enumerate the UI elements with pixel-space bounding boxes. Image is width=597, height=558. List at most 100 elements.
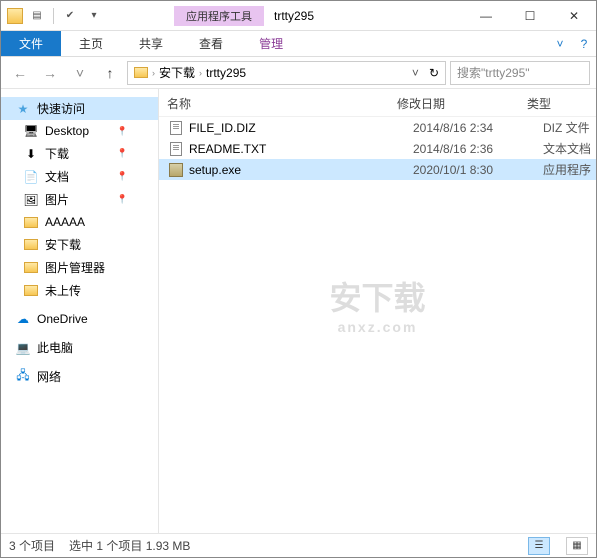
column-type[interactable]: 类型	[527, 95, 596, 112]
tab-file[interactable]: 文件	[1, 31, 61, 56]
up-button[interactable]: ↑	[97, 60, 123, 86]
file-date: 2014/8/16 2:36	[413, 142, 543, 156]
file-date: 2014/8/16 2:34	[413, 121, 543, 135]
file-list-pane: 名称 修改日期 类型 FILE_ID.DIZ 2014/8/16 2:34 DI…	[159, 89, 596, 533]
watermark: 安下载 anxz.com	[329, 273, 425, 335]
pin-icon: 📍	[117, 194, 128, 205]
close-button[interactable]: ✕	[552, 2, 596, 30]
nav-label: 此电脑	[37, 339, 73, 356]
breadcrumb-root[interactable]	[130, 67, 152, 78]
address-bar: ← → ˅ ↑ › 安下载 › trtty295 ˅ ↻ 搜索"trtty295…	[1, 57, 596, 89]
nav-item-downloads[interactable]: ⬇ 下载 📍	[1, 142, 158, 165]
nav-onedrive[interactable]: ☁ OneDrive	[1, 308, 158, 330]
nav-network[interactable]: 🖧 网络	[1, 365, 158, 388]
network-icon: 🖧	[15, 369, 31, 385]
minimize-button[interactable]: —	[464, 2, 508, 30]
tab-share[interactable]: 共享	[121, 31, 181, 56]
breadcrumb[interactable]: › 安下载 › trtty295 ˅ ↻	[127, 61, 446, 85]
nav-item-folder[interactable]: 图片管理器	[1, 256, 158, 279]
installer-icon	[167, 162, 185, 178]
breadcrumb-seg-2[interactable]: trtty295	[202, 66, 250, 80]
window-controls: — ☐ ✕	[464, 2, 596, 30]
quick-access-toolbar: ▤ ✔ ▾	[1, 6, 104, 26]
nav-label: 快速访问	[37, 100, 85, 117]
file-icon	[167, 141, 185, 157]
nav-label: 未上传	[45, 282, 81, 299]
nav-label: 安下载	[45, 236, 81, 253]
tab-manage[interactable]: 管理	[241, 31, 301, 56]
file-type: 文本文档	[543, 140, 591, 157]
window-title: trtty295	[274, 9, 464, 23]
column-headers: 名称 修改日期 类型	[159, 89, 596, 117]
nav-this-pc[interactable]: 💻此电脑	[1, 336, 158, 359]
maximize-button[interactable]: ☐	[508, 2, 552, 30]
tab-home[interactable]: 主页	[61, 31, 121, 56]
nav-item-documents[interactable]: 📄文档📍	[1, 165, 158, 188]
content-area: ★ 快速访问 🖥Desktop📍 ⬇下载📍 📄文档📍 🖼图片📍 AAAAA 安下…	[1, 89, 596, 533]
nav-item-desktop[interactable]: 🖥 Desktop 📍	[1, 120, 158, 142]
nav-label: 下载	[45, 145, 69, 162]
recent-dropdown[interactable]: ˅	[67, 60, 93, 86]
folder-icon	[23, 214, 39, 230]
qat-dropdown-icon[interactable]: ▾	[84, 6, 104, 26]
pin-icon: 📍	[117, 148, 128, 159]
help-icon[interactable]: ?	[572, 31, 596, 56]
desktop-icon: 🖥	[23, 123, 39, 139]
nav-quick-access[interactable]: ★ 快速访问	[1, 97, 158, 120]
watermark-main: 安下载	[329, 280, 425, 316]
breadcrumb-dropdown[interactable]: ˅	[406, 66, 425, 80]
back-button[interactable]: ←	[7, 60, 33, 86]
file-name: FILE_ID.DIZ	[189, 121, 413, 135]
nav-label: 图片	[45, 191, 69, 208]
file-type: DIZ 文件	[543, 119, 590, 136]
file-type: 应用程序	[543, 161, 591, 178]
qat-check-icon[interactable]: ✔	[60, 6, 80, 26]
breadcrumb-seg-1[interactable]: 安下载	[155, 64, 199, 81]
file-row[interactable]: README.TXT 2014/8/16 2:36 文本文档	[159, 138, 596, 159]
explorer-window: ▤ ✔ ▾ 应用程序工具 trtty295 — ☐ ✕ 文件 主页 共享 查看 …	[0, 0, 597, 558]
status-selection: 选中 1 个项目 1.93 MB	[69, 537, 190, 554]
file-row[interactable]: FILE_ID.DIZ 2014/8/16 2:34 DIZ 文件	[159, 117, 596, 138]
navigation-pane[interactable]: ★ 快速访问 🖥Desktop📍 ⬇下载📍 📄文档📍 🖼图片📍 AAAAA 安下…	[1, 89, 159, 533]
nav-label: Desktop	[45, 124, 89, 138]
document-icon: 📄	[23, 169, 39, 185]
search-placeholder: 搜索"trtty295"	[457, 64, 530, 81]
contextual-tab-label: 应用程序工具	[174, 6, 264, 26]
folder-icon	[23, 260, 39, 276]
nav-label: 图片管理器	[45, 259, 105, 276]
star-icon: ★	[15, 101, 31, 117]
nav-label: OneDrive	[37, 312, 88, 326]
search-input[interactable]: 搜索"trtty295"	[450, 61, 590, 85]
folder-icon	[23, 237, 39, 253]
file-icon	[167, 120, 185, 136]
tab-view[interactable]: 查看	[181, 31, 241, 56]
view-icons-button[interactable]: ▦	[566, 537, 588, 555]
file-list[interactable]: FILE_ID.DIZ 2014/8/16 2:34 DIZ 文件 README…	[159, 117, 596, 533]
nav-label: 网络	[37, 368, 61, 385]
nav-item-folder[interactable]: 未上传	[1, 279, 158, 302]
nav-label: AAAAA	[45, 215, 85, 229]
column-date[interactable]: 修改日期	[397, 95, 527, 112]
pin-icon: 📍	[117, 126, 128, 137]
status-item-count: 3 个项目	[9, 537, 55, 554]
file-row-selected[interactable]: setup.exe 2020/10/1 8:30 应用程序	[159, 159, 596, 180]
ribbon-expand-icon[interactable]: ˅	[548, 31, 572, 56]
file-date: 2020/10/1 8:30	[413, 163, 543, 177]
file-name: setup.exe	[189, 163, 413, 177]
status-bar: 3 个项目 选中 1 个项目 1.93 MB ☰ ▦	[1, 533, 596, 557]
qat-pin-icon[interactable]: ▤	[27, 6, 47, 26]
nav-item-folder[interactable]: AAAAA	[1, 211, 158, 233]
view-details-button[interactable]: ☰	[528, 537, 550, 555]
titlebar: ▤ ✔ ▾ 应用程序工具 trtty295 — ☐ ✕	[1, 1, 596, 31]
nav-item-folder[interactable]: 安下载	[1, 233, 158, 256]
cloud-icon: ☁	[15, 311, 31, 327]
download-icon: ⬇	[23, 146, 39, 162]
nav-item-pictures[interactable]: 🖼图片📍	[1, 188, 158, 211]
nav-label: 文档	[45, 168, 69, 185]
folder-icon	[23, 283, 39, 299]
refresh-button[interactable]: ↻	[425, 66, 443, 80]
folder-icon	[7, 8, 23, 24]
forward-button[interactable]: →	[37, 60, 63, 86]
column-name[interactable]: 名称	[167, 95, 397, 112]
file-name: README.TXT	[189, 142, 413, 156]
